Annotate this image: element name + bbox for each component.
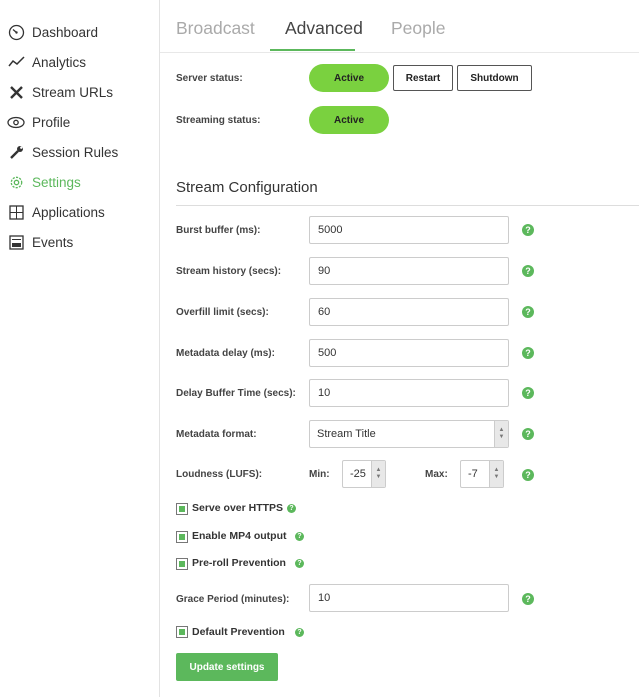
sidebar-item-profile[interactable]: Profile [7,111,70,133]
tab-people[interactable]: People [391,18,446,39]
preroll-prevention-checkbox[interactable] [176,558,188,570]
help-icon[interactable]: ? [522,428,534,440]
help-icon[interactable]: ? [287,504,296,513]
help-icon[interactable]: ? [522,224,534,236]
server-status-badge: Active [309,64,389,92]
sidebar-item-label: Stream URLs [32,84,114,100]
gear-icon [7,173,25,191]
metadata-delay-label: Metadata delay (ms): [176,348,275,359]
stepper-arrows-icon[interactable]: ▲ ▼ [371,461,385,487]
delay-buffer-time-input[interactable]: 10 [309,379,509,407]
tab-advanced[interactable]: Advanced [285,18,363,39]
default-prevention-checkbox[interactable] [176,626,188,638]
sidebar-item-session-rules[interactable]: Session Rules [7,141,118,163]
restart-button[interactable]: Restart [393,65,453,91]
sidebar-item-settings[interactable]: Settings [7,171,81,193]
sidebar-item-applications[interactable]: Applications [7,201,105,223]
log-icon [7,233,25,251]
active-tab-indicator [270,49,355,51]
sidebar-item-stream-urls[interactable]: Stream URLs [7,81,113,103]
sidebar-item-label: Profile [32,114,71,130]
section-divider [176,205,639,206]
help-icon[interactable]: ? [522,306,534,318]
puzzle-icon [7,203,25,221]
burst-buffer-label: Burst buffer (ms): [176,225,261,236]
stepper-arrows-icon[interactable]: ▲ ▼ [489,461,503,487]
metadata-format-select[interactable]: Stream Title ▲ ▼ [309,420,509,448]
shutdown-button[interactable]: Shutdown [457,65,532,91]
loudness-max-stepper[interactable]: -7 ▲ ▼ [460,460,504,488]
overfill-limit-label: Overfill limit (secs): [176,307,269,318]
sidebar: Dashboard Analytics Stream URLs Profile … [0,0,160,697]
sidebar-item-dashboard[interactable]: Dashboard [7,21,98,43]
burst-buffer-input[interactable]: 5000 [309,216,509,244]
tab-bar: Broadcast Advanced People [160,0,639,53]
metadata-format-label: Metadata format: [176,429,257,440]
sidebar-item-label: Settings [32,174,81,190]
help-icon[interactable]: ? [522,265,534,277]
grace-period-label: Grace Period (minutes): [176,594,290,605]
loudness-min-label: Min: [309,469,330,480]
sidebar-item-label: Dashboard [32,24,99,40]
loudness-max-label: Max: [425,469,448,480]
metadata-format-value: Stream Title [317,428,376,440]
help-icon[interactable]: ? [522,347,534,359]
sidebar-item-label: Session Rules [32,144,119,160]
loudness-max-value: -7 [468,468,478,480]
stream-history-input[interactable]: 90 [309,257,509,285]
tools-icon [7,83,25,101]
sidebar-item-label: Events [32,234,74,250]
tab-broadcast[interactable]: Broadcast [176,18,255,39]
streaming-status-badge: Active [309,106,389,134]
help-icon[interactable]: ? [522,469,534,481]
loudness-min-stepper[interactable]: -25 ▲ ▼ [342,460,386,488]
help-icon[interactable]: ? [295,532,304,541]
loudness-label: Loudness (LUFS): [176,469,263,480]
enable-mp4-label: Enable MP4 output [192,530,287,542]
help-icon[interactable]: ? [295,559,304,568]
stream-history-label: Stream history (secs): [176,266,282,277]
serve-https-checkbox[interactable] [176,503,188,515]
streaming-status-label: Streaming status: [176,115,261,126]
default-prevention-label: Default Prevention [192,626,285,638]
loudness-min-value: -25 [350,468,366,480]
section-title: Stream Configuration [176,179,318,196]
preroll-prevention-label: Pre-roll Prevention [192,557,286,569]
wrench-icon [7,143,25,161]
dashboard-gauge-icon [7,23,25,41]
delay-buffer-time-label: Delay Buffer Time (secs): [176,388,296,399]
sidebar-item-events[interactable]: Events [7,231,73,253]
select-arrows-icon: ▲ ▼ [494,421,508,447]
sidebar-item-label: Applications [32,204,105,220]
sidebar-item-analytics[interactable]: Analytics [7,51,86,73]
serve-https-label: Serve over HTTPS [192,502,284,514]
help-icon[interactable]: ? [522,387,534,399]
sidebar-item-label: Analytics [32,54,87,70]
eye-icon [7,113,25,131]
analytics-line-icon [7,53,25,71]
enable-mp4-checkbox[interactable] [176,531,188,543]
overfill-limit-input[interactable]: 60 [309,298,509,326]
server-status-label: Server status: [176,73,243,84]
metadata-delay-input[interactable]: 500 [309,339,509,367]
grace-period-input[interactable]: 10 [309,584,509,612]
update-settings-button[interactable]: Update settings [176,653,278,681]
help-icon[interactable]: ? [295,628,304,637]
help-icon[interactable]: ? [522,593,534,605]
